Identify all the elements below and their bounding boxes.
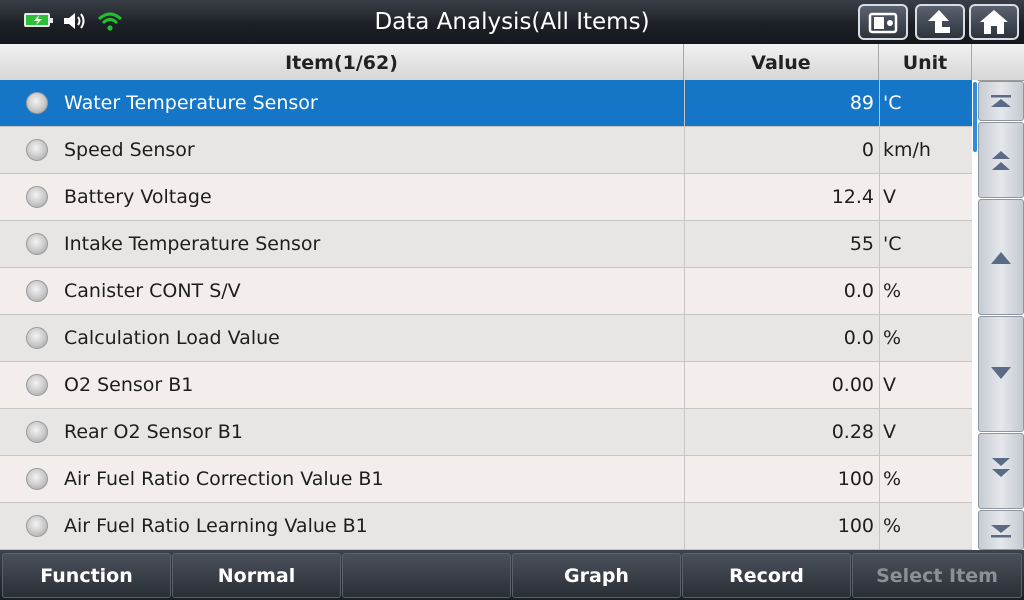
scroll-top-button[interactable] bbox=[978, 81, 1024, 121]
page-down-icon bbox=[992, 458, 1010, 477]
graph-button[interactable]: Graph bbox=[512, 553, 681, 598]
row-item-name: Calculation Load Value bbox=[64, 327, 280, 349]
scrollbar-thumb[interactable] bbox=[973, 82, 977, 152]
back-button[interactable] bbox=[915, 4, 965, 40]
row-value: 0.0 bbox=[684, 268, 874, 314]
table-row[interactable]: Canister CONT S/V 0.0 % bbox=[0, 268, 972, 315]
row-unit: % bbox=[879, 315, 970, 361]
column-header-item[interactable]: Item(1/62) bbox=[0, 44, 684, 80]
row-radio-icon[interactable] bbox=[26, 468, 48, 490]
row-item-name: Water Temperature Sensor bbox=[64, 92, 318, 114]
row-unit: V bbox=[879, 409, 970, 455]
row-radio-icon[interactable] bbox=[26, 327, 48, 349]
row-item-name: Canister CONT S/V bbox=[64, 280, 241, 302]
row-value: 89 bbox=[684, 80, 874, 126]
table-row[interactable]: Calculation Load Value 0.0 % bbox=[0, 315, 972, 362]
column-header-unit[interactable]: Unit bbox=[879, 44, 972, 80]
table-header: Item(1/62) Value Unit bbox=[0, 44, 1024, 81]
table-row[interactable]: Air Fuel Ratio Learning Value B1 100 % bbox=[0, 503, 972, 550]
scroll-down-button[interactable] bbox=[978, 316, 1024, 432]
row-radio-icon[interactable] bbox=[26, 139, 48, 161]
title-bar: Data Analysis(All Items) bbox=[0, 0, 1024, 44]
table-row[interactable]: Air Fuel Ratio Correction Value B1 100 % bbox=[0, 456, 972, 503]
table-row[interactable]: Rear O2 Sensor B1 0.28 V bbox=[0, 409, 972, 456]
table-row[interactable]: Battery Voltage 12.4 V bbox=[0, 174, 972, 221]
page-down-button[interactable] bbox=[978, 433, 1024, 509]
scroll-up-button[interactable] bbox=[978, 199, 1024, 315]
function-bar: Function Normal Graph Record Select Item bbox=[0, 550, 1024, 600]
row-value: 0 bbox=[684, 127, 874, 173]
scroll-bottom-icon bbox=[991, 525, 1011, 538]
row-unit: % bbox=[879, 268, 970, 314]
scroll-down-icon bbox=[991, 367, 1011, 379]
row-value: 12.4 bbox=[684, 174, 874, 220]
row-value: 100 bbox=[684, 503, 874, 549]
table-row[interactable]: Intake Temperature Sensor 55 'C bbox=[0, 221, 972, 268]
row-item-name: Air Fuel Ratio Correction Value B1 bbox=[64, 468, 384, 490]
row-value: 0.28 bbox=[684, 409, 874, 455]
row-unit: km/h bbox=[879, 127, 970, 173]
row-unit: 'C bbox=[879, 80, 970, 126]
row-unit: V bbox=[879, 362, 970, 408]
back-arrow-icon bbox=[928, 10, 950, 33]
row-item-name: Battery Voltage bbox=[64, 186, 212, 208]
table-row[interactable]: Water Temperature Sensor 89 'C bbox=[0, 80, 972, 127]
row-radio-icon[interactable] bbox=[26, 421, 48, 443]
home-button[interactable] bbox=[969, 4, 1019, 40]
blank-button[interactable] bbox=[342, 553, 511, 598]
row-item-name: Air Fuel Ratio Learning Value B1 bbox=[64, 515, 368, 537]
row-radio-icon[interactable] bbox=[26, 233, 48, 255]
table-row[interactable]: O2 Sensor B1 0.00 V bbox=[0, 362, 972, 409]
row-radio-icon[interactable] bbox=[26, 92, 48, 114]
row-item-name: Speed Sensor bbox=[64, 139, 195, 161]
normal-button[interactable]: Normal bbox=[172, 553, 341, 598]
row-value: 0.0 bbox=[684, 315, 874, 361]
screenshot-icon bbox=[868, 12, 898, 34]
row-radio-icon[interactable] bbox=[26, 374, 48, 396]
page-up-button[interactable] bbox=[978, 122, 1024, 198]
data-list: Water Temperature Sensor 89 'C Speed Sen… bbox=[0, 80, 972, 550]
row-item-name: Rear O2 Sensor B1 bbox=[64, 421, 243, 443]
row-item-name: O2 Sensor B1 bbox=[64, 374, 194, 396]
column-header-value[interactable]: Value bbox=[684, 44, 879, 80]
row-value: 55 bbox=[684, 221, 874, 267]
record-button[interactable]: Record bbox=[682, 553, 851, 598]
scroll-top-icon bbox=[991, 95, 1011, 107]
row-unit: % bbox=[879, 503, 970, 549]
scroll-up-icon bbox=[991, 252, 1011, 264]
table-row[interactable]: Speed Sensor 0 km/h bbox=[0, 127, 972, 174]
function-button[interactable]: Function bbox=[2, 553, 171, 598]
row-value: 0.00 bbox=[684, 362, 874, 408]
row-radio-icon[interactable] bbox=[26, 280, 48, 302]
row-unit: V bbox=[879, 174, 970, 220]
home-icon bbox=[980, 10, 1008, 34]
scroll-bottom-button[interactable] bbox=[978, 510, 1024, 550]
page-up-icon bbox=[992, 151, 1010, 170]
row-radio-icon[interactable] bbox=[26, 515, 48, 537]
select-item-button[interactable]: Select Item bbox=[852, 553, 1022, 598]
row-item-name: Intake Temperature Sensor bbox=[64, 233, 321, 255]
column-header-scroll bbox=[972, 44, 1024, 80]
row-radio-icon[interactable] bbox=[26, 186, 48, 208]
screenshot-button[interactable] bbox=[858, 4, 908, 40]
row-unit: 'C bbox=[879, 221, 970, 267]
row-value: 100 bbox=[684, 456, 874, 502]
row-unit: % bbox=[879, 456, 970, 502]
